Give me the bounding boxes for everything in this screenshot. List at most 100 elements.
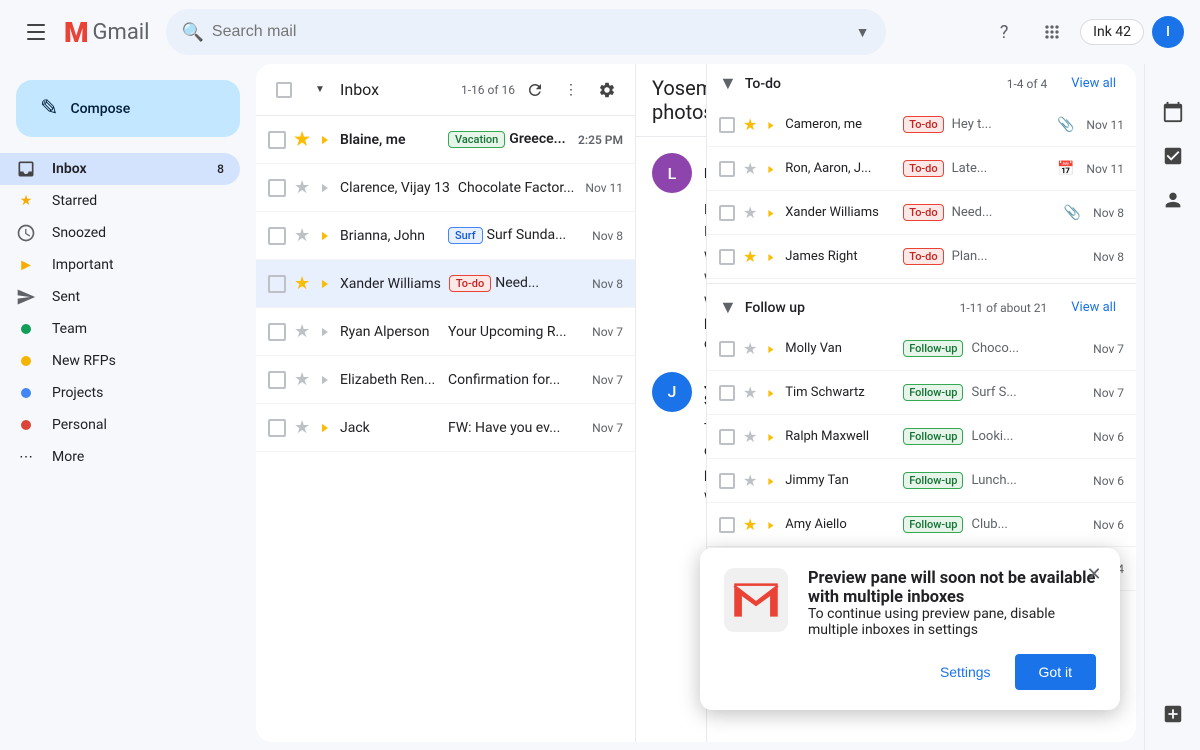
star-icon[interactable]: ★ (743, 471, 757, 490)
panel-email-row[interactable]: ★ ► Xander Williams To-do Need... 📎 Nov … (707, 191, 1136, 235)
search-input[interactable] (212, 23, 848, 41)
email-row[interactable]: ★ ► Blaine, me Vacation Greece... 2:25 P… (256, 116, 635, 164)
important-icon[interactable]: ► (767, 118, 775, 132)
todo-section-header[interactable]: ▼ To-do 1-4 of 4 View all (707, 64, 1136, 103)
row-checkbox[interactable] (268, 131, 286, 149)
star-icon[interactable]: ★ (743, 383, 757, 402)
row-checkbox[interactable] (719, 385, 735, 401)
search-expand-icon[interactable]: ▼ (856, 24, 870, 41)
important-icon[interactable]: ► (767, 430, 775, 444)
star-icon[interactable]: ★ (743, 203, 757, 222)
important-icon[interactable]: ► (320, 131, 330, 148)
important-icon[interactable]: ► (767, 206, 775, 220)
important-icon[interactable]: ► (320, 419, 330, 436)
email-row[interactable]: ★ ► Clarence, Vijay 13 Chocolate Factor.… (256, 164, 635, 212)
followup-section-header[interactable]: ▼ Follow up 1-11 of about 21 View all (707, 288, 1136, 327)
select-all-dropdown[interactable]: ▼ (304, 74, 336, 106)
row-checkbox[interactable] (719, 341, 735, 357)
sidebar-item-personal[interactable]: Personal (0, 409, 240, 441)
email-row[interactable]: ★ ► Elizabeth Ren... Confirmation for...… (256, 356, 635, 404)
star-icon[interactable]: ★ (294, 417, 310, 438)
followup-view-all[interactable]: View all (1063, 296, 1124, 319)
row-checkbox[interactable] (268, 179, 286, 197)
row-checkbox[interactable] (719, 117, 735, 133)
notification-close-button[interactable]: ✕ (1080, 560, 1108, 588)
account-switcher[interactable]: Ink 42 (1080, 19, 1144, 45)
more-options-button[interactable]: ⋮ (555, 74, 587, 106)
important-icon[interactable]: ► (320, 323, 330, 340)
sidebar-item-inbox[interactable]: Inbox 8 (0, 153, 240, 185)
row-checkbox[interactable] (268, 419, 286, 437)
important-icon[interactable]: ► (320, 371, 330, 388)
important-icon[interactable]: ► (767, 250, 775, 264)
star-icon[interactable]: ★ (743, 159, 757, 178)
star-icon[interactable]: ★ (743, 247, 757, 266)
add-side-button[interactable] (1153, 694, 1193, 734)
email-row[interactable]: ★ ► Jack FW: Have you ev... Nov 7 (256, 404, 635, 452)
row-checkbox[interactable] (719, 429, 735, 445)
important-icon[interactable]: ► (320, 275, 330, 292)
row-checkbox[interactable] (268, 323, 286, 341)
important-icon[interactable]: ► (767, 386, 775, 400)
apps-button[interactable] (1032, 12, 1072, 52)
row-checkbox[interactable] (719, 517, 735, 533)
important-icon[interactable]: ► (767, 518, 775, 532)
row-checkbox[interactable] (268, 227, 286, 245)
important-icon[interactable]: ► (320, 179, 330, 196)
sidebar-item-snoozed[interactable]: Snoozed (0, 217, 240, 249)
sidebar-item-sent[interactable]: Sent (0, 281, 240, 313)
star-icon[interactable]: ★ (294, 273, 310, 294)
important-icon[interactable]: ► (767, 342, 775, 356)
sidebar-item-projects[interactable]: Projects (0, 377, 240, 409)
star-icon[interactable]: ★ (743, 339, 757, 358)
star-icon[interactable]: ★ (294, 369, 310, 390)
settings-button[interactable]: Settings (924, 654, 1007, 690)
panel-email-row[interactable]: ★ ► Ron, Aaron, J... To-do Late... 📅 Nov… (707, 147, 1136, 191)
help-button[interactable]: ? (984, 12, 1024, 52)
settings-button[interactable] (591, 74, 623, 106)
todo-view-all[interactable]: View all (1063, 72, 1124, 95)
hamburger-menu[interactable] (16, 12, 56, 52)
panel-email-row[interactable]: ★ ► James Right To-do Plan... Nov 8 (707, 235, 1136, 279)
important-icon[interactable]: ► (767, 162, 775, 176)
row-checkbox[interactable] (719, 161, 735, 177)
search-bar[interactable]: 🔍 ▼ (166, 9, 886, 55)
row-checkbox[interactable] (719, 205, 735, 221)
row-checkbox[interactable] (719, 249, 735, 265)
star-icon[interactable]: ★ (294, 321, 310, 342)
contacts-side-button[interactable] (1153, 180, 1193, 220)
sidebar-item-important[interactable]: ► Important (0, 249, 240, 281)
sidebar-item-starred[interactable]: ★ Starred (0, 185, 240, 217)
panel-email-row[interactable]: ★ ► Jimmy Tan Follow-up Lunch... Nov 6 (707, 459, 1136, 503)
star-icon[interactable]: ★ (743, 115, 757, 134)
star-icon[interactable]: ★ (294, 177, 310, 198)
account-avatar[interactable]: I (1152, 16, 1184, 48)
panel-email-row[interactable]: ★ ► Molly Van Follow-up Choco... Nov 7 (707, 327, 1136, 371)
panel-sender: Jimmy Tan (785, 473, 895, 488)
panel-email-row[interactable]: ★ ► Tim Schwartz Follow-up Surf S... Nov… (707, 371, 1136, 415)
got-it-button[interactable]: Got it (1015, 654, 1096, 690)
email-row[interactable]: ★ ► Xander Williams To-do Need... Nov 8 (256, 260, 635, 308)
sidebar-item-new-rfps[interactable]: New RFPs (0, 345, 240, 377)
star-icon[interactable]: ★ (743, 427, 757, 446)
star-icon[interactable]: ★ (294, 129, 310, 150)
panel-email-row[interactable]: ★ ► Amy Aiello Follow-up Club... Nov 6 (707, 503, 1136, 547)
email-row[interactable]: ★ ► Ryan Alperson Your Upcoming R... Nov… (256, 308, 635, 356)
row-checkbox[interactable] (268, 371, 286, 389)
star-icon[interactable]: ★ (294, 225, 310, 246)
sidebar-item-team[interactable]: Team (0, 313, 240, 345)
panel-email-row[interactable]: ★ ► Cameron, me To-do Hey t... 📎 Nov 11 (707, 103, 1136, 147)
select-all-checkbox[interactable] (268, 74, 300, 106)
calendar-side-button[interactable] (1153, 92, 1193, 132)
email-row[interactable]: ★ ► Brianna, John Surf Surf Sunda... Nov… (256, 212, 635, 260)
row-checkbox[interactable] (268, 275, 286, 293)
sidebar-item-more[interactable]: ⋯ More (0, 441, 240, 473)
tasks-side-button[interactable] (1153, 136, 1193, 176)
panel-email-row[interactable]: ★ ► Ralph Maxwell Follow-up Looki... Nov… (707, 415, 1136, 459)
star-icon[interactable]: ★ (743, 515, 757, 534)
row-checkbox[interactable] (719, 473, 735, 489)
refresh-button[interactable] (519, 74, 551, 106)
important-icon[interactable]: ► (320, 227, 330, 244)
compose-button[interactable]: ✎ Compose (16, 80, 240, 137)
important-icon[interactable]: ► (767, 474, 775, 488)
